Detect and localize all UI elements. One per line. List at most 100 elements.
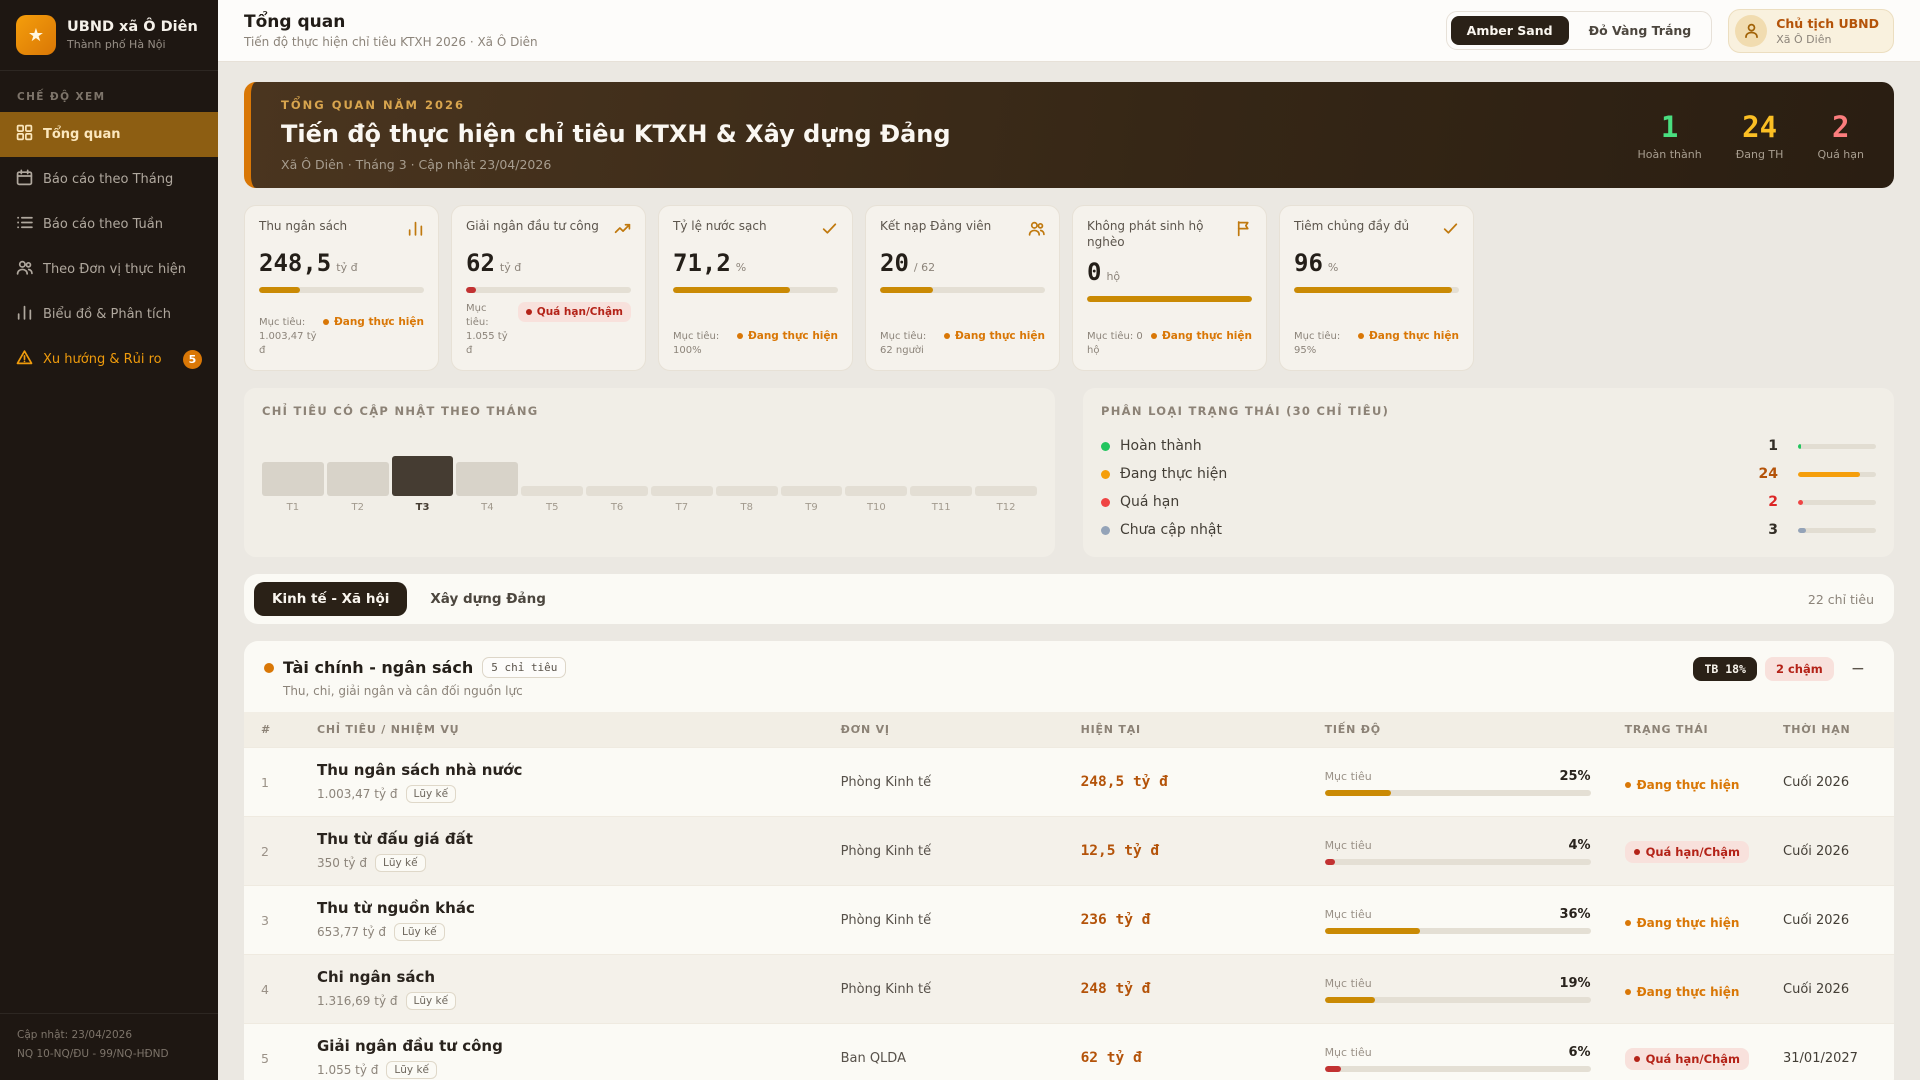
table-header-row: # CHỈ TIÊU / NHIỆM VỤ ĐƠN VỊ HIỆN TẠI TI… [244, 712, 1894, 748]
month-col-t4[interactable] [456, 462, 519, 496]
status-badge: Quá hạn/Chậm [1624, 1047, 1749, 1070]
current-value: 62 tỷ đ [1063, 1023, 1308, 1080]
month-col-t2[interactable] [326, 462, 389, 496]
legend-value: 3 [1768, 522, 1778, 538]
month-col-t1[interactable] [262, 462, 324, 496]
sidebar: ★ UBND xã Ô Diên Thành phố Hà Nội CHẾ ĐỘ… [0, 0, 218, 1080]
legend-value: 1 [1768, 438, 1778, 454]
status-dot [1624, 781, 1631, 788]
legend-row-in-progress: Đang thực hiện 24 [1101, 460, 1876, 488]
kpi-progress-fill [259, 287, 301, 293]
tab-count-label: 22 chỉ tiêu [1807, 591, 1874, 607]
month-bar [845, 486, 908, 496]
month-bar [780, 486, 843, 496]
stat-overdue: 2 Quá hạn [1817, 110, 1864, 161]
row-number: 4 [244, 954, 300, 1024]
kpi-status: Đang thực hiện [1150, 330, 1252, 342]
month-col-t8[interactable] [715, 486, 778, 496]
month-col-t12[interactable] [975, 486, 1037, 496]
stat-completed: 1 Hoàn thành [1638, 110, 1702, 161]
kpi-card-vaccination[interactable]: Tiêm chủng đầy đủ 96 % Mục tiêu: 95% Đan… [1279, 205, 1474, 371]
collapse-section-button[interactable]: − [1842, 657, 1874, 681]
month-label: T9 [805, 502, 818, 513]
month-col-t10[interactable] [845, 486, 908, 496]
section-title: Tài chính - ngân sách [283, 658, 474, 677]
hero-eyebrow: TỔNG QUAN NĂM 2026 [281, 98, 465, 112]
current-value: 248,5 tỷ đ [1063, 747, 1308, 817]
table-row[interactable]: 4 Chi ngân sách 1.316,69 tỷ đ Lũy kế Phò… [244, 954, 1894, 1024]
user-org: Xã Ô Diên [1776, 32, 1832, 46]
sidebar-item-risks[interactable]: Xu hướng & Rủi ro 5 [0, 337, 218, 382]
legend-value: 24 [1758, 466, 1778, 482]
org-name: UBND xã Ô Diên [67, 19, 198, 35]
status-dot-gray [1101, 525, 1110, 535]
kpi-title: Tiêm chủng đầy đủ [1294, 219, 1410, 233]
indicator-name: Giải ngân đầu tư công [317, 1037, 503, 1055]
tab-xay-dung-dang[interactable]: Xây dựng Đảng [412, 582, 564, 616]
month-bar [521, 486, 584, 496]
indicator-name: Thu từ nguồn khác [317, 899, 475, 917]
current-value: 248 tỷ đ [1063, 954, 1308, 1024]
kpi-progress-fill [1087, 296, 1252, 303]
table-row[interactable]: 2 Thu từ đấu giá đất 350 tỷ đ Lũy kế Phò… [244, 816, 1894, 886]
month-col-t9[interactable] [780, 486, 843, 496]
status-dot [1624, 988, 1631, 995]
kpi-title: Giải ngân đầu tư công [466, 219, 599, 233]
panel-title: CHỈ TIÊU CÓ CẬP NHẬT THEO THÁNG [262, 404, 539, 418]
tab-kinh-te-xa-hoi[interactable]: Kinh tế - Xã hội [254, 582, 408, 616]
current-value: 236 tỷ đ [1063, 885, 1308, 955]
sidebar-item-overview[interactable]: Tổng quan [0, 112, 218, 157]
kpi-card-disbursement[interactable]: Giải ngân đầu tư công 62 tỷ đ Mục tiêu: … [451, 205, 646, 371]
progress-label: Mục tiêu [1324, 838, 1372, 852]
table-row[interactable]: 1 Thu ngân sách nhà nước 1.003,47 tỷ đ L… [244, 747, 1894, 817]
panel-row: CHỈ TIÊU CÓ CẬP NHẬT THEO THÁNG T1 T2 T3… [244, 388, 1894, 557]
stat-value: 24 [1742, 109, 1778, 144]
bar-chart-icon [407, 220, 424, 241]
progress-track [1324, 996, 1591, 1003]
month-col-t5[interactable] [521, 486, 584, 496]
sidebar-item-weekly-report[interactable]: Báo cáo theo Tuần [0, 202, 218, 247]
month-col-t3[interactable] [391, 456, 454, 496]
kpi-target: Mục tiêu: 62 người [880, 331, 927, 356]
sidebar-item-charts[interactable]: Biểu đồ & Phân tích [0, 292, 218, 337]
progress-label: Mục tiêu [1324, 907, 1372, 921]
sidebar-item-monthly-report[interactable]: Báo cáo theo Tháng [0, 157, 218, 202]
legend-bar-fill [1798, 471, 1861, 477]
month-col-t6[interactable] [586, 486, 648, 496]
sidebar-item-by-unit[interactable]: Theo Đơn vị thực hiện [0, 247, 218, 292]
month-label: T4 [481, 502, 494, 513]
theme-toggle-group: Amber Sand Đỏ Vàng Trắng [1445, 11, 1713, 50]
legend-label: Hoàn thành [1120, 438, 1202, 454]
kpi-card-clean-water[interactable]: Tỷ lệ nước sạch 71,2 % Mục tiêu: 100% Đa… [658, 205, 853, 371]
progress-percent: 25% [1559, 768, 1591, 784]
row-number: 1 [244, 747, 300, 817]
month-col-t7[interactable] [650, 486, 713, 496]
status-dot [943, 333, 950, 339]
row-number: 2 [244, 816, 300, 886]
month-labels: T1 T2 T3 T4 T5 T6 T7 T8 T9 T10 T11 T12 [262, 502, 1037, 513]
kpi-value: 62 [466, 249, 495, 277]
indicator-name: Thu từ đấu giá đất [317, 830, 473, 848]
status-breakdown-panel: PHÂN LOẠI TRẠNG THÁI (30 CHỈ TIÊU) Hoàn … [1083, 388, 1894, 557]
table-row[interactable]: 5 Giải ngân đầu tư công 1.055 tỷ đ Lũy k… [244, 1023, 1894, 1080]
progress-label: Mục tiêu [1324, 1045, 1372, 1059]
kpi-status: Đang thực hiện [322, 316, 424, 328]
month-col-t11[interactable] [910, 486, 973, 496]
alert-triangle-icon [16, 349, 33, 370]
user-chip[interactable]: Chủ tịch UBND Xã Ô Diên [1728, 8, 1894, 53]
kpi-card-poor-households[interactable]: Không phát sinh hộ nghèo 0 hộ Mục tiêu: … [1072, 205, 1267, 371]
kpi-card-revenue[interactable]: Thu ngân sách 248,5 tỷ đ Mục tiêu: 1.003… [244, 205, 439, 371]
theme-button-amber-sand[interactable]: Amber Sand [1450, 16, 1569, 45]
status-dot [525, 309, 532, 315]
kpi-card-party-members[interactable]: Kết nạp Đảng viên 20 / 62 Mục tiêu: 62 n… [865, 205, 1060, 371]
legend-label: Quá hạn [1120, 494, 1180, 510]
section-dot-icon [264, 662, 274, 673]
progress-fill [1324, 996, 1376, 1003]
check-icon [1442, 220, 1459, 241]
deadline: Cuối 2026 [1766, 816, 1894, 886]
legend-bar-fill [1798, 527, 1806, 533]
sidebar-item-label: Báo cáo theo Tháng [43, 172, 174, 187]
table-row[interactable]: 3 Thu từ nguồn khác 653,77 tỷ đ Lũy kế P… [244, 885, 1894, 955]
kpi-progress-track [880, 287, 1045, 293]
theme-button-do-vang-trang[interactable]: Đỏ Vàng Trắng [1573, 16, 1708, 45]
